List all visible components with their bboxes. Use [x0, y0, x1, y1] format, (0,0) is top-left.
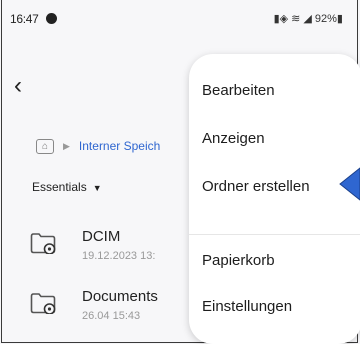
breadcrumb-internal-storage[interactable]: Interner Speich	[79, 139, 160, 153]
menu-item-trash[interactable]: Papierkorb	[202, 252, 275, 269]
folder-name: DCIM	[82, 228, 121, 245]
status-time: 16:47	[10, 12, 39, 26]
caret-down-icon: ▼	[92, 183, 102, 193]
essentials-filter[interactable]: Essentials ▼	[32, 180, 102, 194]
notification-icon	[46, 13, 57, 24]
essentials-label: Essentials	[32, 180, 87, 194]
status-bar: 16:47 ▮◈ ≋ ◢ 92%▮	[2, 12, 357, 32]
back-arrow-icon[interactable]: ‹	[14, 74, 22, 98]
menu-item-edit[interactable]: Bearbeiten	[202, 82, 275, 99]
menu-item-create-folder[interactable]: Ordner erstellen	[202, 178, 310, 195]
pointer-arrow-icon	[339, 167, 360, 201]
menu-item-view[interactable]: Anzeigen	[202, 130, 265, 147]
folder-date: 19.12.2023 13:	[82, 250, 156, 262]
folder-row-documents[interactable]: Documents 26.04 15:43	[30, 284, 210, 334]
folder-name: Documents	[82, 288, 158, 305]
folder-row-dcim[interactable]: DCIM 19.12.2023 13:	[30, 224, 210, 274]
menu-divider	[189, 234, 360, 235]
folder-date: 26.04 15:43	[82, 310, 141, 322]
menu-item-settings[interactable]: Einstellungen	[202, 298, 292, 315]
folder-icon	[30, 233, 56, 254]
home-icon[interactable]: ⌂	[36, 138, 54, 154]
status-icons: ▮◈ ≋ ◢ 92%▮	[273, 13, 343, 25]
folder-icon	[30, 293, 56, 314]
breadcrumb-separator: ▶	[63, 140, 70, 151]
breadcrumb: ⌂ ▶ Interner Speich	[36, 136, 160, 156]
overflow-menu: Bearbeiten Anzeigen Ordner erstellen Pap…	[189, 54, 360, 344]
